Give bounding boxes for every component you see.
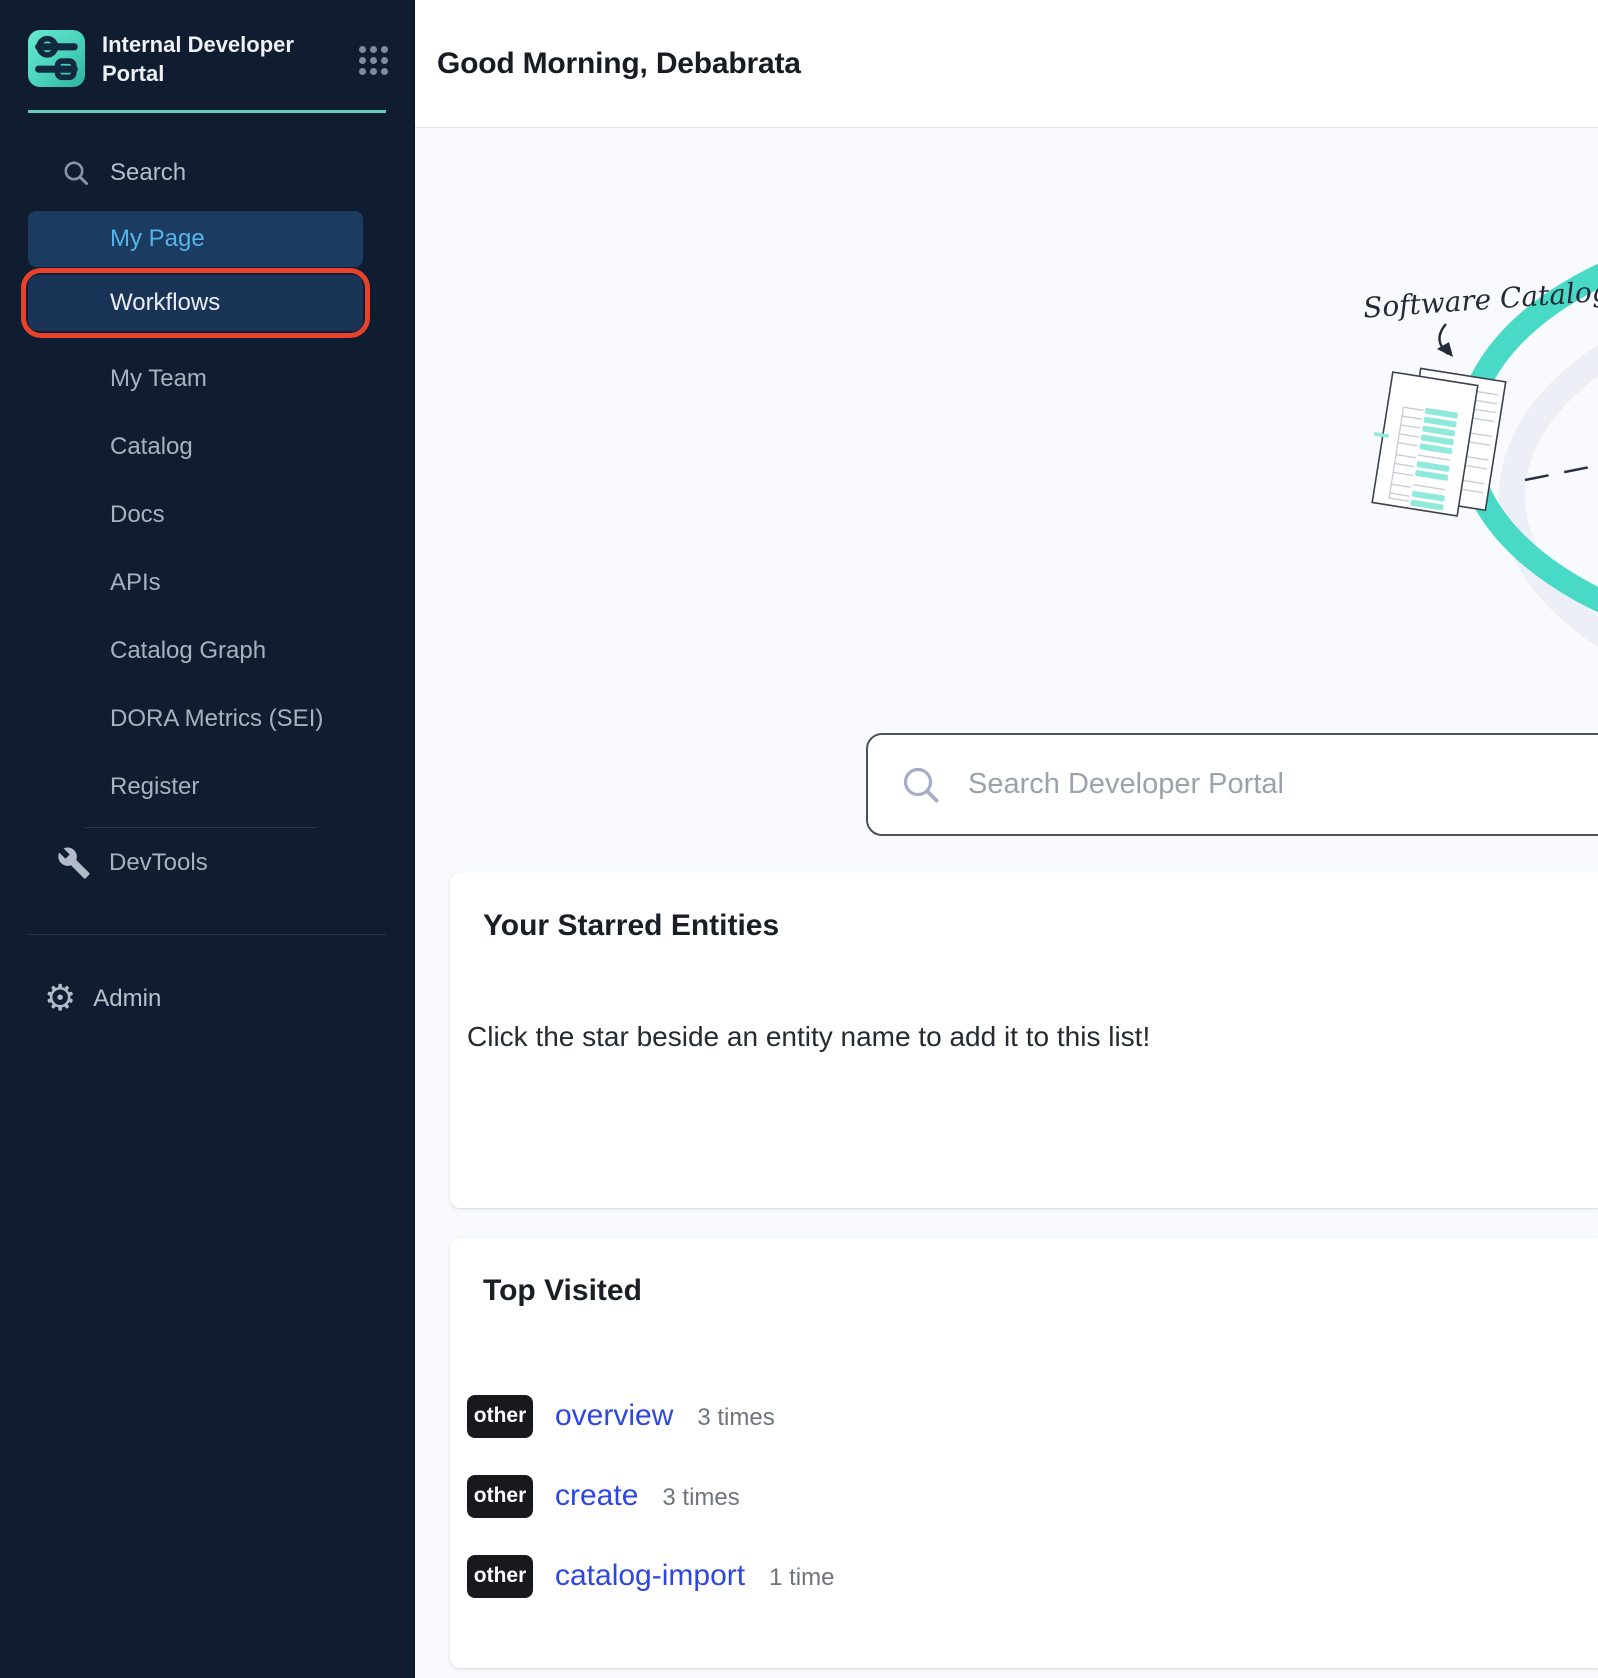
top-visited-row: other overview 3 times [450,1376,1598,1456]
search-icon [62,159,90,187]
sidebar-item-label: Admin [93,985,161,1013]
apps-grid-icon[interactable] [359,46,388,75]
sidebar: Internal Developer Portal Search My Page… [0,0,415,1678]
starred-entities-empty-message: Click the star beside an entity name to … [467,1021,1598,1053]
sidebar-item-label: DevTools [109,849,208,877]
entity-kind-badge: other [467,1555,533,1598]
top-visited-list: other overview 3 times other create 3 ti… [450,1376,1598,1616]
sidebar-item-search[interactable]: Search [0,141,414,205]
top-visited-title: Top Visited [483,1238,1598,1308]
catalog-pages [1363,363,1505,520]
starred-entities-card: Your Starred Entities Click the star bes… [450,873,1598,1208]
visit-count: 3 times [662,1480,739,1512]
sidebar-item-docs[interactable]: Docs [0,481,414,549]
sidebar-item-dora-metrics[interactable]: DORA Metrics (SEI) [0,685,414,753]
sidebar-item-workflows[interactable]: Workflows [28,275,363,331]
portal-logo-icon[interactable] [28,30,85,87]
sidebar-item-catalog-graph[interactable]: Catalog Graph [0,617,414,685]
sidebar-divider [85,827,317,828]
top-visited-card: Top Visited other overview 3 times other… [450,1238,1598,1668]
sidebar-item-label: Search [110,159,186,187]
top-visited-row: other catalog-import 1 time [450,1536,1598,1616]
sidebar-item-admin[interactable]: ⚙ Admin [0,967,414,1031]
top-visited-row: other create 3 times [450,1456,1598,1536]
portal-search-bar[interactable]: Search Developer Portal [866,733,1598,836]
gear-icon: ⚙ [44,981,76,1017]
page-header: Good Morning, Debabrata [415,0,1598,128]
app-window: Internal Developer Portal Search My Page… [0,0,1598,1678]
search-placeholder-text: Search Developer Portal [968,768,1284,801]
sidebar-accent-divider [28,110,386,113]
starred-entities-title: Your Starred Entities [483,873,1598,943]
visit-count: 3 times [697,1400,774,1432]
illustration-label: Software Catalog [1362,274,1598,324]
hero-section: Software Catalog Search Developer Portal [415,128,1598,873]
entity-link-overview[interactable]: overview [555,1399,673,1433]
main-content: Good Morning, Debabrata [415,0,1598,1678]
sidebar-nav-group: My Team Catalog Docs APIs Catalog Graph … [0,345,414,821]
sidebar-nav: Search My Page Workflows My Team Catalog… [0,141,414,897]
search-icon [900,764,942,806]
portal-title: Internal Developer Portal [102,30,307,88]
wrench-icon [57,846,91,880]
sidebar-item-register[interactable]: Register [0,753,414,821]
entity-link-catalog-import[interactable]: catalog-import [555,1559,745,1593]
visit-count: 1 time [769,1560,834,1592]
entity-kind-badge: other [467,1475,533,1518]
sidebar-section-divider [28,934,386,935]
sidebar-item-my-page[interactable]: My Page [28,211,363,267]
cards-section: Your Starred Entities Click the star bes… [415,873,1598,1668]
sidebar-item-my-team[interactable]: My Team [0,345,414,413]
sidebar-item-apis[interactable]: APIs [0,549,414,617]
entity-kind-badge: other [467,1395,533,1438]
sidebar-item-devtools[interactable]: DevTools [0,829,414,897]
sidebar-item-label: My Page [110,225,205,252]
sidebar-item-catalog[interactable]: Catalog [0,413,414,481]
sidebar-header: Internal Developer Portal [0,0,414,88]
sidebar-item-label: Workflows [110,289,220,316]
entity-link-create[interactable]: create [555,1479,638,1513]
greeting-title: Good Morning, Debabrata [437,47,801,81]
